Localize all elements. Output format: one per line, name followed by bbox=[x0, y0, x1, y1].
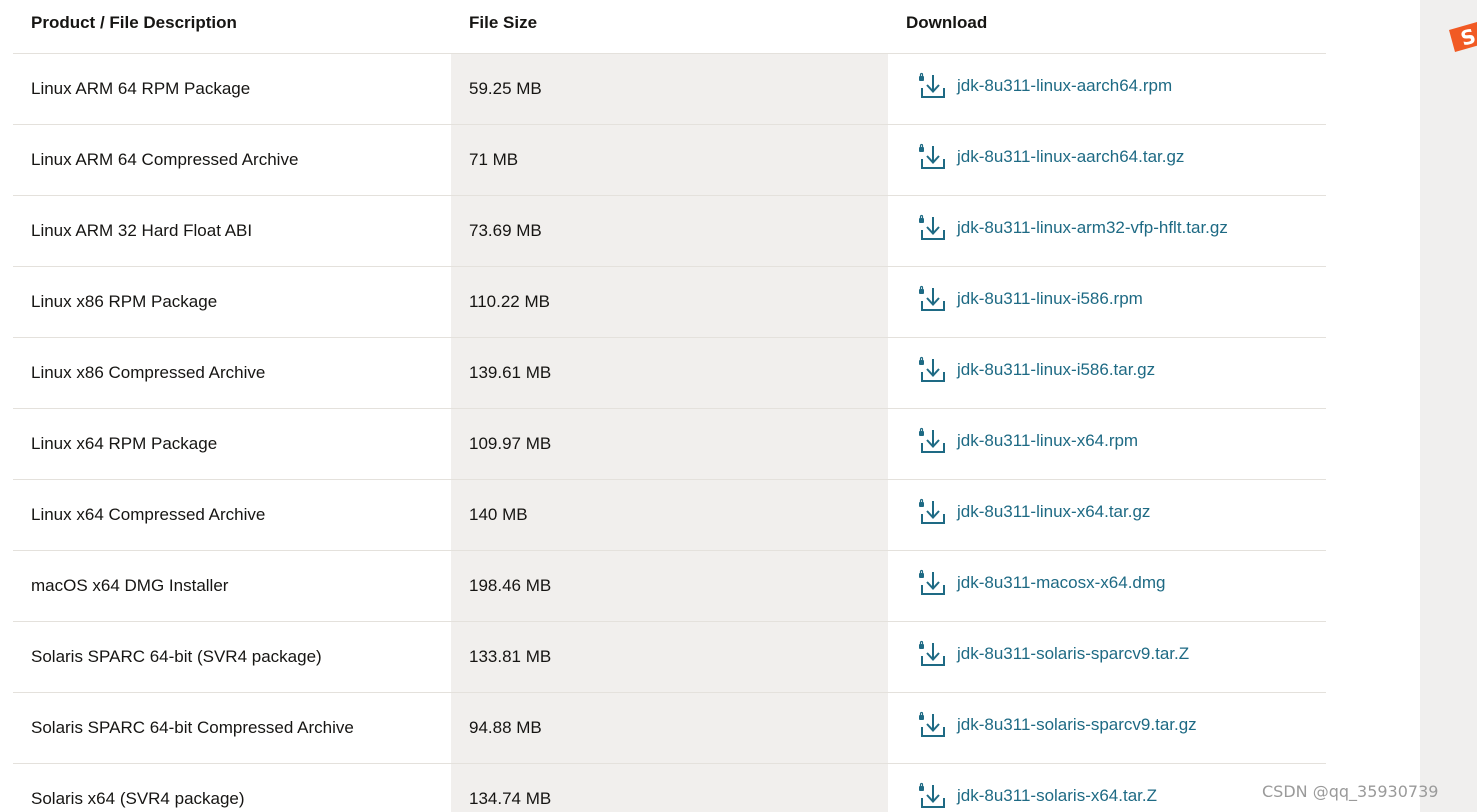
download-lock-icon bbox=[919, 143, 945, 169]
download-link[interactable]: jdk-8u311-solaris-x64.tar.Z bbox=[918, 782, 1157, 810]
download-filename[interactable]: jdk-8u311-linux-aarch64.rpm bbox=[957, 76, 1172, 96]
table-row: Linux ARM 64 RPM Package 59.25 MB jdk-8u31… bbox=[13, 53, 1326, 125]
download-link[interactable]: jdk-8u311-linux-aarch64.tar.gz bbox=[918, 143, 1184, 171]
csdn-logo-icon[interactable]: S bbox=[1447, 18, 1477, 54]
download-lock-icon bbox=[919, 356, 945, 382]
header-file-size: File Size bbox=[451, 0, 888, 54]
download-lock-icon bbox=[919, 214, 945, 240]
file-size: 198.46 MB bbox=[451, 550, 888, 622]
download-link[interactable]: jdk-8u311-macosx-x64.dmg bbox=[918, 569, 1166, 597]
product-description: Linux x64 RPM Package bbox=[13, 408, 451, 480]
download-link[interactable]: jdk-8u311-linux-i586.rpm bbox=[918, 285, 1143, 313]
csdn-watermark: CSDN @qq_35930739 bbox=[1262, 782, 1439, 801]
table-row: Solaris SPARC 64-bit (SVR4 package) 133.8… bbox=[13, 621, 1326, 693]
download-link[interactable]: jdk-8u311-solaris-sparcv9.tar.gz bbox=[918, 711, 1197, 739]
download-link[interactable]: jdk-8u311-linux-i586.tar.gz bbox=[918, 356, 1155, 384]
right-side-panel bbox=[1420, 0, 1477, 812]
download-filename[interactable]: jdk-8u311-linux-i586.tar.gz bbox=[957, 360, 1155, 380]
download-filename[interactable]: jdk-8u311-linux-x64.tar.gz bbox=[957, 502, 1150, 522]
download-link[interactable]: jdk-8u311-linux-aarch64.rpm bbox=[918, 72, 1172, 100]
download-filename[interactable]: jdk-8u311-linux-aarch64.tar.gz bbox=[957, 147, 1184, 167]
file-size: 110.22 MB bbox=[451, 266, 888, 338]
file-size: 73.69 MB bbox=[451, 195, 888, 267]
download-link[interactable]: jdk-8u311-linux-x64.tar.gz bbox=[918, 498, 1150, 526]
file-size: 133.81 MB bbox=[451, 621, 888, 693]
product-description: Linux x86 RPM Package bbox=[13, 266, 451, 338]
header-product: Product / File Description bbox=[13, 0, 451, 54]
download-link[interactable]: jdk-8u311-linux-arm32-vfp-hflt.tar.gz bbox=[918, 214, 1228, 242]
product-description: Solaris x64 (SVR4 package) bbox=[13, 763, 451, 812]
download-lock-icon bbox=[919, 782, 945, 808]
table-row: Solaris x64 (SVR4 package) 134.74 MB jdk-8… bbox=[13, 763, 1326, 812]
download-filename[interactable]: jdk-8u311-macosx-x64.dmg bbox=[957, 573, 1166, 593]
download-lock-icon bbox=[919, 498, 945, 524]
download-link[interactable]: jdk-8u311-solaris-sparcv9.tar.Z bbox=[918, 640, 1189, 668]
download-filename[interactable]: jdk-8u311-linux-i586.rpm bbox=[957, 289, 1143, 309]
table-row: Linux x86 Compressed Archive 139.61 MB jdk… bbox=[13, 337, 1326, 409]
header-download: Download bbox=[888, 0, 1326, 54]
table-row: Linux x64 RPM Package 109.97 MB jdk-8u311-… bbox=[13, 408, 1326, 480]
file-size: 71 MB bbox=[451, 124, 888, 196]
download-filename[interactable]: jdk-8u311-linux-x64.rpm bbox=[957, 431, 1138, 451]
download-lock-icon bbox=[919, 640, 945, 666]
table-row: Linux x86 RPM Package 110.22 MB jdk-8u311-… bbox=[13, 266, 1326, 338]
file-size: 140 MB bbox=[451, 479, 888, 551]
table-row: Linux ARM 64 Compressed Archive 71 MB jdk-… bbox=[13, 124, 1326, 196]
table-row: Solaris SPARC 64-bit Compressed Archive 9… bbox=[13, 692, 1326, 764]
file-size: 109.97 MB bbox=[451, 408, 888, 480]
download-filename[interactable]: jdk-8u311-solaris-sparcv9.tar.Z bbox=[957, 644, 1189, 664]
product-description: Solaris SPARC 64-bit Compressed Archive bbox=[13, 692, 451, 764]
download-filename[interactable]: jdk-8u311-solaris-sparcv9.tar.gz bbox=[957, 715, 1197, 735]
download-lock-icon bbox=[919, 427, 945, 453]
product-description: Linux ARM 64 RPM Package bbox=[13, 53, 451, 125]
product-description: Solaris SPARC 64-bit (SVR4 package) bbox=[13, 621, 451, 693]
file-size: 139.61 MB bbox=[451, 337, 888, 409]
download-lock-icon bbox=[919, 72, 945, 98]
download-filename[interactable]: jdk-8u311-linux-arm32-vfp-hflt.tar.gz bbox=[957, 218, 1228, 238]
product-description: macOS x64 DMG Installer bbox=[13, 550, 451, 622]
download-lock-icon bbox=[919, 285, 945, 311]
download-link[interactable]: jdk-8u311-linux-x64.rpm bbox=[918, 427, 1138, 455]
table-row: Linux ARM 32 Hard Float ABI 73.69 MB jdk-8… bbox=[13, 195, 1326, 267]
downloads-table: Product / File Description File Size Dow… bbox=[13, 0, 1326, 812]
product-description: Linux ARM 64 Compressed Archive bbox=[13, 124, 451, 196]
table-row: Linux x64 Compressed Archive 140 MB jdk-8u… bbox=[13, 479, 1326, 551]
download-filename[interactable]: jdk-8u311-solaris-x64.tar.Z bbox=[957, 786, 1157, 806]
download-lock-icon bbox=[919, 711, 945, 737]
file-size: 94.88 MB bbox=[451, 692, 888, 764]
table-row: macOS x64 DMG Installer 198.46 MB jdk-8u31… bbox=[13, 550, 1326, 622]
product-description: Linux x64 Compressed Archive bbox=[13, 479, 451, 551]
product-description: Linux ARM 32 Hard Float ABI bbox=[13, 195, 451, 267]
product-description: Linux x86 Compressed Archive bbox=[13, 337, 451, 409]
file-size: 59.25 MB bbox=[451, 53, 888, 125]
download-lock-icon bbox=[919, 569, 945, 595]
file-size: 134.74 MB bbox=[451, 763, 888, 812]
downloads-table-container: Product / File Description File Size Dow… bbox=[13, 0, 1326, 812]
table-header-row: Product / File Description File Size Dow… bbox=[13, 0, 1326, 54]
